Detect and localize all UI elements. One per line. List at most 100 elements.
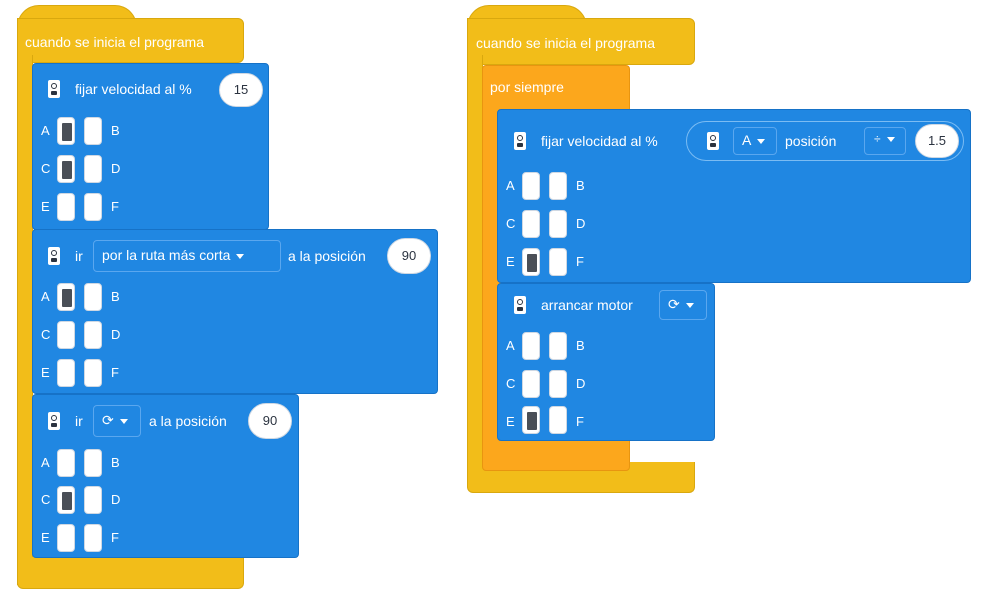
port-b-selector[interactable]: [549, 172, 567, 200]
port-label-f: F: [111, 199, 119, 214]
port-e-selector[interactable]: [57, 193, 75, 221]
port-d-selector[interactable]: [84, 155, 102, 183]
start-motor-block[interactable]: arrancar motor ⟳ A B C D E F: [497, 283, 715, 441]
port-label-e: E: [41, 530, 50, 545]
port-label-a: A: [506, 338, 515, 353]
motor-icon: [707, 132, 719, 150]
port-c-selector[interactable]: [57, 321, 75, 349]
port-e-selector[interactable]: [522, 406, 540, 434]
chevron-down-icon: [236, 253, 245, 259]
to-position-label: a la posición: [149, 413, 227, 429]
port-label-b: B: [576, 338, 585, 353]
set-speed-block[interactable]: fijar velocidad al % 15 A B C D E F: [32, 63, 269, 230]
go-label: ir: [75, 248, 83, 264]
divide-reporter[interactable]: A posición ÷ 1.5: [686, 121, 964, 161]
port-label-c: C: [506, 216, 516, 231]
port-label-f: F: [111, 365, 119, 380]
port-e-selector[interactable]: [57, 524, 75, 552]
port-b-selector[interactable]: [84, 117, 102, 145]
position-value-input[interactable]: 90: [248, 403, 292, 439]
start-motor-label: arrancar motor: [541, 297, 633, 313]
forever-label: por siempre: [490, 79, 564, 95]
port-f-selector[interactable]: [84, 359, 102, 387]
port-label-f: F: [576, 414, 584, 429]
event-block-body-2: [467, 55, 483, 485]
to-position-label: a la posición: [288, 248, 366, 264]
motor-icon: [48, 247, 60, 265]
chevron-down-icon: [119, 418, 128, 424]
direction-dropdown[interactable]: ⟳: [659, 290, 707, 320]
port-b-selector[interactable]: [84, 449, 102, 477]
motor-icon: [514, 132, 526, 150]
port-label-d: D: [111, 492, 121, 507]
set-speed-label: fijar velocidad al %: [541, 133, 658, 149]
port-c-selector[interactable]: [57, 155, 75, 183]
port-label-e: E: [506, 414, 515, 429]
port-label-a: A: [41, 455, 50, 470]
port-label-e: E: [41, 365, 50, 380]
port-e-selector[interactable]: [522, 248, 540, 276]
port-label-e: E: [506, 254, 515, 269]
port-label-d: D: [576, 216, 586, 231]
position-value-input[interactable]: 90: [387, 238, 431, 274]
port-label-f: F: [111, 530, 119, 545]
position-reporter-label: posición: [785, 133, 837, 149]
port-f-selector[interactable]: [549, 406, 567, 434]
port-a-selector[interactable]: [522, 332, 540, 360]
port-a-selector[interactable]: [57, 283, 75, 311]
port-d-selector[interactable]: [549, 210, 567, 238]
port-label-c: C: [41, 492, 51, 507]
port-label-a: A: [506, 178, 515, 193]
motor-icon: [48, 412, 60, 430]
port-d-selector[interactable]: [549, 370, 567, 398]
divisor-value-input[interactable]: 1.5: [915, 124, 959, 158]
port-label-b: B: [111, 123, 120, 138]
port-label-c: C: [506, 376, 516, 391]
port-label-c: C: [41, 327, 51, 342]
clockwise-icon: ⟳: [102, 412, 114, 428]
port-label-a: A: [41, 123, 50, 138]
port-label-f: F: [576, 254, 584, 269]
go-to-position-clockwise-block[interactable]: ir ⟳ a la posición 90 A B C D E F: [32, 394, 299, 558]
port-label-e: E: [41, 199, 50, 214]
port-e-selector[interactable]: [57, 359, 75, 387]
event-block-foot-1: [17, 557, 244, 589]
port-c-selector[interactable]: [522, 210, 540, 238]
port-a-selector[interactable]: [57, 117, 75, 145]
port-a-selector[interactable]: [522, 172, 540, 200]
port-label-a: A: [41, 289, 50, 304]
event-label: cuando se inicia el programa: [25, 34, 204, 50]
speed-value-input[interactable]: 15: [219, 73, 263, 107]
clockwise-icon: ⟳: [668, 296, 680, 312]
port-f-selector[interactable]: [84, 524, 102, 552]
set-speed-block[interactable]: fijar velocidad al % A posición ÷ 1.5 A …: [497, 109, 971, 283]
chevron-down-icon: [757, 138, 766, 144]
direction-dropdown[interactable]: ⟳: [93, 405, 141, 437]
port-c-selector[interactable]: [522, 370, 540, 398]
port-b-selector[interactable]: [549, 332, 567, 360]
port-dropdown[interactable]: A: [733, 127, 777, 155]
operator-dropdown[interactable]: ÷: [864, 127, 906, 155]
port-label-d: D: [576, 376, 586, 391]
port-label-b: B: [576, 178, 585, 193]
port-d-selector[interactable]: [84, 321, 102, 349]
port-label-d: D: [111, 327, 121, 342]
go-label: ir: [75, 413, 83, 429]
port-a-selector[interactable]: [57, 449, 75, 477]
go-to-position-shortest-block[interactable]: ir por la ruta más corta a la posición 9…: [32, 229, 438, 394]
port-f-selector[interactable]: [84, 193, 102, 221]
port-b-selector[interactable]: [84, 283, 102, 311]
port-f-selector[interactable]: [549, 248, 567, 276]
port-d-selector[interactable]: [84, 486, 102, 514]
route-dropdown-value: por la ruta más corta: [102, 247, 231, 263]
event-label: cuando se inicia el programa: [476, 35, 655, 51]
port-dropdown-value: A: [742, 132, 752, 148]
port-label-d: D: [111, 161, 121, 176]
event-block-body-1: [17, 55, 33, 585]
motor-icon: [48, 80, 60, 98]
chevron-down-icon: [886, 137, 895, 143]
route-dropdown[interactable]: por la ruta más corta: [93, 240, 281, 272]
port-label-c: C: [41, 161, 51, 176]
operator-value: ÷: [874, 132, 881, 146]
port-c-selector[interactable]: [57, 486, 75, 514]
